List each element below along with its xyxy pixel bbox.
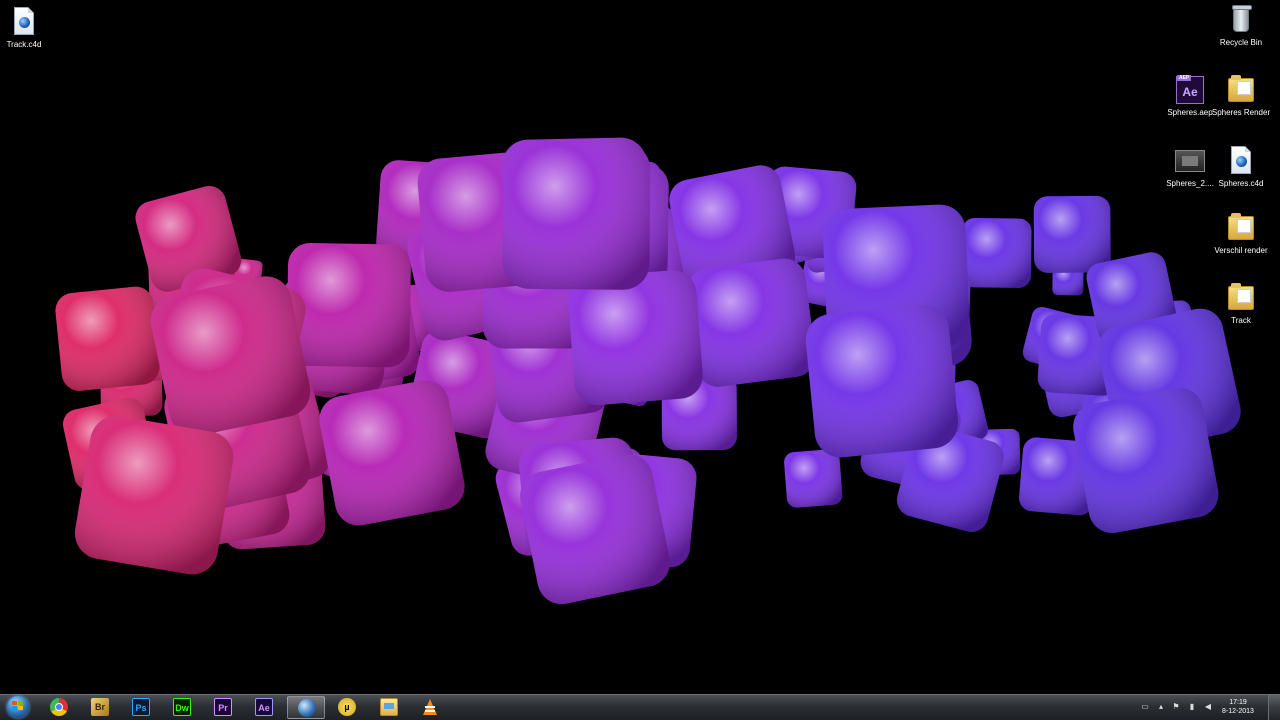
desktop-icon-track-c4d[interactable]: Track.c4d [0, 6, 55, 50]
explorer-icon [380, 698, 398, 716]
flag-icon[interactable]: ⚑ [1171, 702, 1181, 712]
wallpaper-cube [1033, 195, 1111, 273]
taskbar-premiere-button[interactable]: Pr [204, 696, 242, 719]
chrome-icon [50, 698, 68, 716]
utorrent-icon: µ [338, 698, 356, 716]
video-file-icon [1174, 145, 1206, 177]
desktop: Track.c4d Recycle Bin AEP Ae Spheres.aep … [0, 0, 1280, 694]
clock-date: 8-12-2013 [1222, 708, 1254, 715]
wallpaper-cube [520, 454, 670, 605]
after-effects-icon: Ae [255, 698, 273, 716]
cinema4d-file-icon [1225, 145, 1257, 177]
taskbar-explorer-button[interactable] [370, 696, 408, 719]
keyboard-icon[interactable]: ▭ [1140, 702, 1150, 712]
wallpaper-cube [74, 416, 234, 575]
photoshop-icon: Ps [132, 698, 150, 716]
taskbar-cinema4d-button[interactable] [287, 696, 325, 719]
taskbar: Br Ps Dw Pr Ae µ ▭ ▴ ⚑ ▮ ◀ 17:19 8-12-20… [0, 694, 1280, 720]
show-hidden-icon[interactable]: ▴ [1156, 702, 1166, 712]
after-effects-project-icon: AEP Ae [1174, 74, 1206, 106]
clock-time: 17:19 [1229, 699, 1247, 706]
wallpaper-cube [805, 305, 959, 458]
taskbar-chrome-button[interactable] [40, 696, 78, 719]
volume-icon[interactable]: ◀ [1203, 702, 1213, 712]
taskbar-after-effects-button[interactable]: Ae [245, 696, 283, 719]
taskbar-utorrent-button[interactable]: µ [328, 696, 366, 719]
wallpaper-cube [150, 276, 311, 436]
clock[interactable]: 17:19 8-12-2013 [1214, 698, 1262, 716]
start-button[interactable] [4, 695, 32, 720]
network-icon[interactable]: ▮ [1187, 702, 1197, 712]
folder-icon [1225, 212, 1257, 244]
taskbar-vlc-button[interactable] [411, 696, 449, 719]
vlc-icon [421, 698, 439, 716]
desktop-icon-spheres-render[interactable]: Spheres Render [1210, 74, 1272, 118]
taskbar-bridge-button[interactable]: Br [81, 696, 119, 719]
show-desktop-button[interactable] [1268, 695, 1280, 720]
wallpaper-cube [784, 449, 843, 508]
desktop-icon-spheres-c4d[interactable]: Spheres.c4d [1210, 145, 1272, 189]
wallpaper-cube [319, 380, 465, 526]
cinema4d-file-icon [8, 6, 40, 38]
desktop-icon-verschil-render[interactable]: Verschil render [1210, 212, 1272, 256]
recycle-bin-icon [1225, 4, 1257, 36]
desktop-icon-recycle-bin[interactable]: Recycle Bin [1210, 4, 1272, 48]
premiere-icon: Pr [214, 698, 232, 716]
desktop-icon-track-folder[interactable]: Track [1210, 282, 1272, 326]
windows-logo-icon [12, 701, 24, 711]
wallpaper-cube [502, 141, 651, 290]
taskbar-photoshop-button[interactable]: Ps [122, 696, 160, 719]
wallpaper-cube [1073, 387, 1219, 534]
bridge-icon: Br [91, 698, 109, 716]
folder-icon [1225, 282, 1257, 314]
cinema4d-icon [298, 699, 316, 717]
wallpaper-cube [55, 286, 160, 391]
wallpaper-cubes [55, 137, 1241, 605]
wallpaper-cube [961, 218, 1032, 288]
wallpaper-cube [687, 258, 816, 387]
dreamweaver-icon: Dw [173, 698, 191, 716]
folder-icon [1225, 74, 1257, 106]
taskbar-dreamweaver-button[interactable]: Dw [163, 696, 201, 719]
